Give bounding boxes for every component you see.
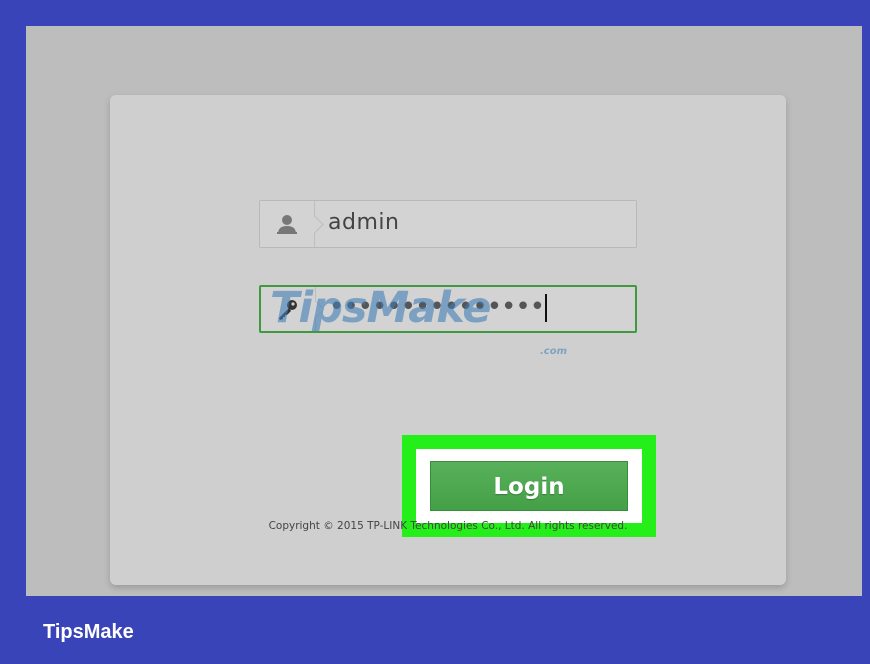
user-icon bbox=[277, 215, 297, 234]
username-icon-box bbox=[260, 201, 315, 247]
brand-label: TipsMake bbox=[43, 621, 134, 643]
login-button-highlight-inner: Login bbox=[416, 449, 642, 523]
copyright-text: Copyright © 2015 TP-LINK Technologies Co… bbox=[268, 520, 628, 532]
login-panel: admin ••••••••••••••• Login Copyright © … bbox=[110, 95, 786, 585]
username-value: admin bbox=[328, 210, 400, 235]
watermark-domain: .com bbox=[540, 346, 568, 357]
text-cursor bbox=[545, 293, 548, 322]
watermark-logo: TipsMake bbox=[270, 283, 491, 333]
login-button[interactable]: Login bbox=[430, 461, 628, 511]
username-field[interactable]: admin bbox=[259, 200, 637, 248]
